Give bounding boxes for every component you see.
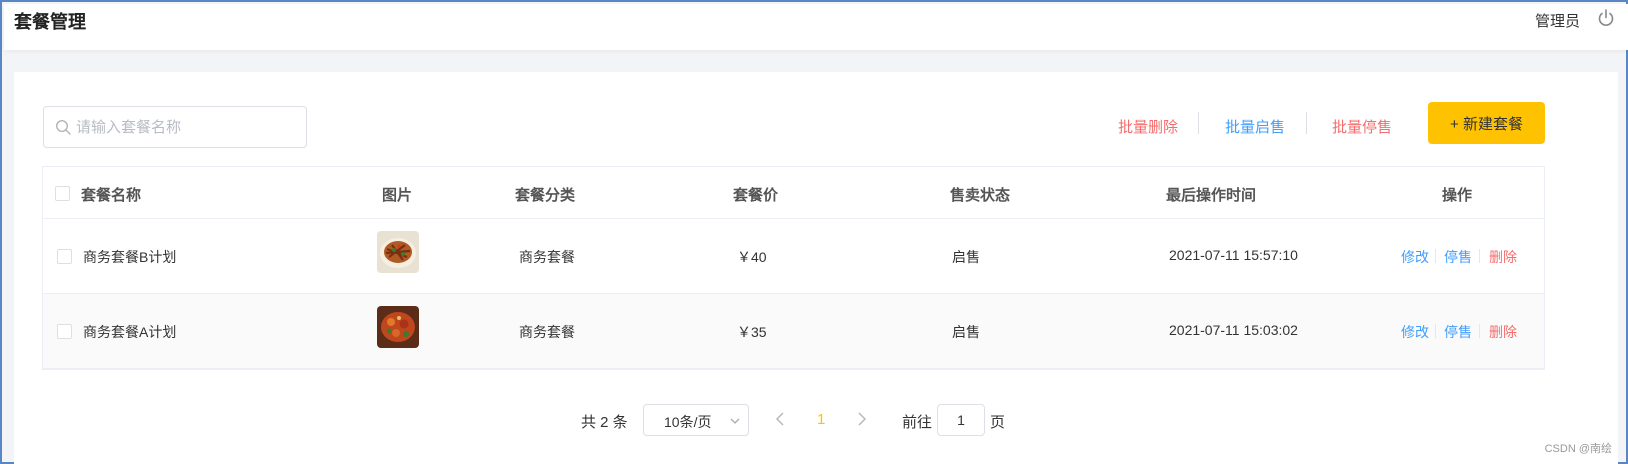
header-category: 套餐分类 <box>515 187 576 204</box>
create-combo-button[interactable]: + 新建套餐 <box>1428 102 1545 144</box>
disable-link[interactable]: 停售 <box>1444 247 1472 267</box>
combo-image <box>377 231 419 273</box>
main-content: 批量删除 批量启售 批量停售 + 新建套餐 套餐名称 图片 套餐分类 套餐价 售… <box>14 72 1618 464</box>
search-icon <box>55 119 71 135</box>
row-name: 商务套餐A计划 <box>83 324 177 340</box>
action-divider <box>1479 324 1480 338</box>
table-header: 套餐名称 图片 套餐分类 套餐价 售卖状态 最后操作时间 操作 <box>43 167 1544 219</box>
page-title: 套餐管理 <box>14 12 86 32</box>
action-divider <box>1435 324 1436 338</box>
row-price: ￥40 <box>737 249 767 265</box>
combo-table: 套餐名称 图片 套餐分类 套餐价 售卖状态 最后操作时间 操作 商务套餐B计划 <box>42 166 1545 370</box>
header-price: 套餐价 <box>733 187 779 204</box>
page-size-select[interactable]: 10条/页 <box>643 404 749 436</box>
select-all-checkbox[interactable] <box>55 186 70 201</box>
row-category: 商务套餐 <box>519 324 575 340</box>
header-name: 套餐名称 <box>81 187 142 204</box>
table-row: 商务套餐A计划 商务套餐 ￥35 启售 2021-07-11 15:03:02 … <box>43 294 1544 369</box>
pagination: 共 2 条 10条/页 1 前往 页 <box>14 404 1618 436</box>
header-image: 图片 <box>382 187 413 204</box>
goto-unit: 页 <box>990 414 1006 431</box>
chevron-left-icon[interactable] <box>774 410 786 428</box>
table-row: 商务套餐B计划 商务套餐 ￥40 启售 2021-07-11 15:57:10 … <box>43 219 1544 294</box>
row-status: 启售 <box>952 249 980 265</box>
page-size-value: 10条/页 <box>664 414 712 430</box>
header-actions: 操作 <box>1442 187 1473 204</box>
chevron-right-icon[interactable] <box>856 410 868 428</box>
total-count: 共 2 条 <box>581 414 628 431</box>
page-number-current[interactable]: 1 <box>817 411 825 428</box>
header-status: 售卖状态 <box>950 187 1011 204</box>
row-category: 商务套餐 <box>519 249 575 265</box>
delete-link[interactable]: 删除 <box>1489 247 1517 267</box>
toolbar-divider <box>1198 112 1199 134</box>
action-divider <box>1435 249 1436 263</box>
action-divider <box>1479 249 1480 263</box>
top-bar: 套餐管理 管理员 <box>4 4 1628 50</box>
toolbar-divider <box>1306 112 1307 134</box>
search-input[interactable] <box>76 108 302 146</box>
disable-link[interactable]: 停售 <box>1444 322 1472 342</box>
row-status: 启售 <box>952 324 980 340</box>
batch-delete-link[interactable]: 批量删除 <box>1118 116 1178 137</box>
row-updated: 2021-07-11 15:03:02 <box>1169 322 1298 338</box>
row-updated: 2021-07-11 15:57:10 <box>1169 247 1298 263</box>
batch-disable-link[interactable]: 批量停售 <box>1332 116 1392 137</box>
batch-enable-link[interactable]: 批量启售 <box>1225 116 1285 137</box>
app-frame: 套餐管理 管理员 批量删除 批量启售 批量停售 + 新建套餐 套餐名称 图片 套… <box>0 0 1628 464</box>
goto-label: 前往 <box>902 414 933 431</box>
combo-image <box>377 306 419 348</box>
power-icon[interactable] <box>1596 8 1616 28</box>
edit-link[interactable]: 修改 <box>1401 247 1429 267</box>
goto-page-input[interactable] <box>937 404 985 436</box>
row-name: 商务套餐B计划 <box>83 249 177 265</box>
header-updated: 最后操作时间 <box>1166 187 1257 204</box>
chevron-down-icon <box>730 418 740 424</box>
watermark: CSDN @南绘 <box>1544 443 1612 455</box>
search-box[interactable] <box>43 106 307 148</box>
row-price: ￥35 <box>737 324 767 340</box>
row-checkbox[interactable] <box>57 249 72 264</box>
edit-link[interactable]: 修改 <box>1401 322 1429 342</box>
user-name[interactable]: 管理员 <box>1535 10 1580 31</box>
row-checkbox[interactable] <box>57 324 72 339</box>
delete-link[interactable]: 删除 <box>1489 322 1517 342</box>
